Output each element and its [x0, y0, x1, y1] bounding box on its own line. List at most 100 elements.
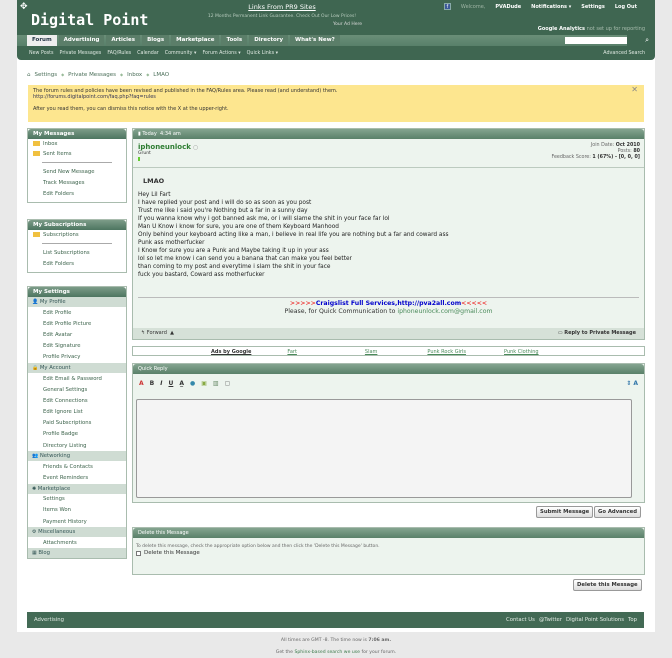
checkbox[interactable] — [136, 550, 141, 556]
tab-tools[interactable]: Tools — [221, 35, 248, 46]
subnav-item[interactable]: New Posts — [29, 51, 54, 56]
tab-articles[interactable]: Articles — [106, 35, 141, 46]
sidebar-link[interactable]: Edit Email & Password — [28, 373, 126, 384]
sidebar-link[interactable]: Edit Profile — [28, 307, 126, 318]
folder-item[interactable]: Subscriptions — [28, 230, 126, 240]
footer-link[interactable]: Digital Point Solutions — [566, 617, 624, 623]
tab-advertising[interactable]: Advertising — [58, 35, 105, 46]
tab-what-s-new-[interactable]: What's New? — [290, 35, 340, 46]
footer-advertising[interactable]: Advertising — [34, 617, 64, 623]
ads-label[interactable]: Ads by Google — [211, 349, 251, 355]
search-input[interactable] — [565, 37, 627, 44]
go-advanced-button[interactable]: Go Advanced — [594, 506, 642, 518]
sidebar-group[interactable]: 👤 My Profile — [28, 297, 126, 307]
submit-message-button[interactable]: Submit Message — [536, 506, 594, 518]
ad-link[interactable]: Punk Clothing — [504, 349, 539, 355]
sidebar-link[interactable]: Payment History — [28, 516, 126, 527]
delete-checkbox[interactable]: Delete this Message — [133, 550, 644, 556]
search-icon[interactable]: ⌕ — [645, 36, 649, 45]
promo-link[interactable]: Links From PR9 Sites — [202, 3, 362, 11]
sidebar-link[interactable]: Edit Folders — [28, 258, 126, 272]
sidebar-link[interactable]: Profile Privacy — [28, 352, 126, 363]
sidebar-group[interactable]: ⚙ Miscellaneous — [28, 527, 126, 538]
sidebar-link[interactable]: Edit Connections — [28, 395, 126, 406]
sidebar-link[interactable]: Edit Avatar — [28, 329, 126, 340]
sidebar-link[interactable]: Send New Message — [28, 166, 126, 177]
font-color-icon[interactable]: A̲ — [179, 380, 184, 387]
header: ✥ Digital Point Links From PR9 Sites 12 … — [17, 0, 655, 60]
underline-icon[interactable]: U — [168, 380, 173, 387]
remove-format-icon[interactable]: A — [139, 380, 144, 387]
tab-directory[interactable]: Directory — [249, 35, 289, 46]
breadcrumb-item[interactable]: Settings — [35, 72, 58, 78]
advanced-search-link[interactable]: Advanced Search — [603, 51, 645, 56]
username-link[interactable]: PVADude — [495, 4, 521, 10]
breadcrumb-item[interactable]: Private Messages — [68, 72, 116, 78]
sidebar-link[interactable]: Settings — [28, 494, 126, 505]
subnav-item[interactable]: Community ▾ — [165, 51, 197, 56]
sidebar-group[interactable]: ✺ Marketplace — [28, 483, 126, 494]
home-icon[interactable]: ⌂ — [27, 72, 31, 78]
logo[interactable]: Digital Point — [31, 11, 148, 29]
sidebar-link[interactable]: Edit Ignore List — [28, 407, 126, 418]
ad-link[interactable]: Fart — [287, 349, 297, 355]
delete-message-button[interactable]: Delete this Message — [573, 579, 642, 591]
tab-blogs[interactable]: Blogs — [142, 35, 170, 46]
ad-link[interactable]: Slam — [365, 349, 378, 355]
footer-link[interactable]: Top — [628, 617, 637, 623]
join-label: Join Date: — [590, 143, 615, 148]
forward-button[interactable]: ↰ Forward — [141, 330, 167, 336]
breadcrumb-item[interactable]: Inbox — [127, 72, 142, 78]
sidebar-group[interactable]: ▦ Blog — [28, 548, 126, 559]
ad-link[interactable]: Punk Rock Girls — [427, 349, 466, 355]
video-icon[interactable]: ▥ — [213, 380, 219, 387]
quote-icon[interactable]: ▢ — [225, 380, 231, 387]
subnav-item[interactable]: Private Messages — [60, 51, 102, 56]
folder-item[interactable]: Sent Items — [28, 149, 126, 159]
subnav-item[interactable]: Quick Links ▾ — [247, 51, 278, 56]
notifications-menu[interactable]: Notifications ▾ — [531, 4, 571, 10]
sidebar-link[interactable]: Friends & Contacts — [28, 461, 126, 472]
footer-link[interactable]: @Twitter — [539, 617, 562, 623]
image-icon[interactable]: ▣ — [201, 380, 207, 387]
promo-ad[interactable]: Your Ad Here — [202, 22, 362, 27]
settings-link[interactable]: Settings — [581, 4, 605, 10]
reply-button[interactable]: ▭ Reply to Private Message — [558, 330, 636, 337]
sidebar-link[interactable]: General Settings — [28, 384, 126, 395]
sidebar-link[interactable]: Edit Folders — [28, 188, 126, 202]
subnav-item[interactable]: Calendar — [137, 51, 159, 56]
logout-link[interactable]: Log Out — [615, 4, 637, 10]
sig-email[interactable]: iphoneunlock.com@gmail.com — [397, 308, 492, 315]
italic-icon[interactable]: I — [160, 380, 162, 387]
sig-link[interactable]: Craigslist Full Services,http://pva2all.… — [316, 300, 461, 307]
sidebar-link[interactable]: List Subscriptions — [28, 247, 126, 258]
tab-forum[interactable]: Forum — [27, 35, 57, 46]
sidebar-link[interactable]: Event Reminders — [28, 472, 126, 483]
subnav-item[interactable]: FAQ/Rules — [107, 51, 131, 56]
notice-link[interactable]: http://forums.digitalpoint.com/faq.php?f… — [33, 94, 639, 100]
sidebar-link[interactable]: Track Messages — [28, 177, 126, 188]
sidebar-link[interactable]: Items Won — [28, 505, 126, 516]
footer-link[interactable]: Contact Us — [506, 617, 535, 623]
sidebar-group[interactable]: 🔒 My Account — [28, 362, 126, 373]
link-icon[interactable]: ● — [190, 380, 195, 387]
sidebar-link[interactable]: Directory Listing — [28, 440, 126, 451]
resize-icon[interactable]: ⇕ A — [626, 380, 638, 387]
sidebar-link[interactable]: Attachments — [28, 537, 126, 548]
sphinx-link[interactable]: Sphinx-based search we use — [294, 650, 360, 655]
sidebar-link[interactable]: Edit Profile Picture — [28, 318, 126, 329]
folder-item[interactable]: Inbox — [28, 139, 126, 149]
group-icon: 👤 — [32, 299, 40, 305]
sidebar-link[interactable]: Profile Badge — [28, 429, 126, 440]
tab-marketplace[interactable]: Marketplace — [171, 35, 220, 46]
message-textarea[interactable] — [136, 399, 632, 498]
sidebar-link[interactable]: Edit Signature — [28, 341, 126, 352]
facebook-icon[interactable]: f — [443, 3, 451, 10]
bold-icon[interactable]: B — [150, 380, 155, 387]
subnav-item[interactable]: Forum Actions ▾ — [202, 51, 240, 56]
sidebar-group[interactable]: 👥 Networking — [28, 451, 126, 462]
sidebar-link[interactable]: Paid Subscriptions — [28, 418, 126, 429]
report-icon[interactable]: ▲ — [170, 330, 174, 336]
close-icon[interactable]: ✕ — [631, 86, 638, 94]
author-link[interactable]: iphoneunlock — [138, 143, 191, 151]
